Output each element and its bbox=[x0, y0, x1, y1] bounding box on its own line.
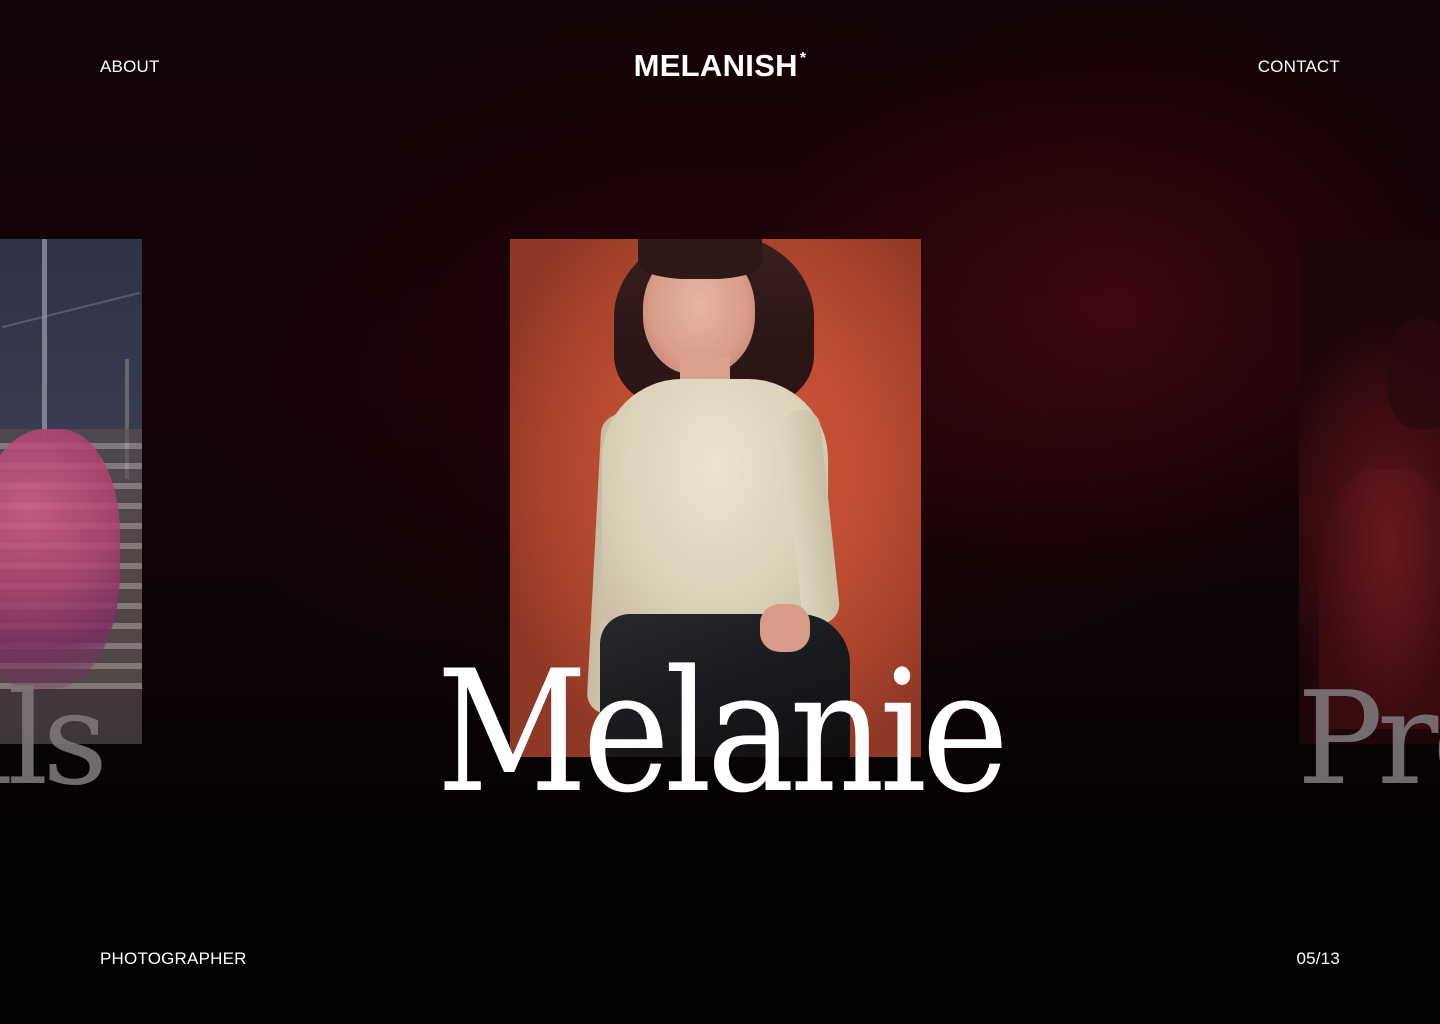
photo-detail bbox=[1, 291, 141, 329]
logo-asterisk: * bbox=[799, 50, 807, 67]
role-label: PHOTOGRAPHER bbox=[100, 949, 247, 968]
nav-contact-link[interactable]: CONTACT bbox=[1258, 57, 1340, 77]
logo-text: MELANISH bbox=[633, 48, 798, 83]
current-slide-title[interactable]: Melanie bbox=[86, 648, 1353, 816]
photo-detail bbox=[638, 239, 762, 279]
page: ABOUT MELANISH* CONTACT ells Pro Melanie… bbox=[0, 0, 1440, 1024]
photo-detail bbox=[1387, 319, 1440, 429]
photo-detail bbox=[42, 239, 47, 439]
slide-counter: 05/13 bbox=[1296, 949, 1340, 968]
site-logo[interactable]: MELANISH * bbox=[0, 48, 1440, 84]
